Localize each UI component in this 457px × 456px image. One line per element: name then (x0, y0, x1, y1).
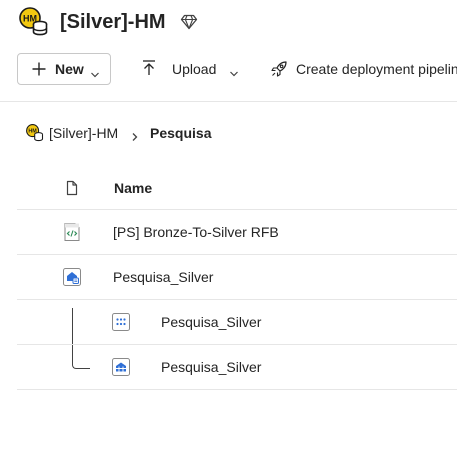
table-row[interactable]: Pesquisa_Silver (17, 300, 457, 344)
breadcrumb-current-folder: Pesquisa (150, 125, 212, 141)
diamond-icon[interactable] (180, 13, 198, 31)
rocket-icon (270, 60, 288, 78)
breadcrumb: HM [Silver]-HM Pesquisa (26, 123, 326, 145)
chevron-down-icon (90, 66, 100, 78)
workspace-logo-icon: HM (19, 7, 49, 37)
row-name[interactable]: Pesquisa_Silver (161, 312, 261, 332)
new-button[interactable]: New (17, 53, 111, 85)
table-row[interactable]: Pesquisa_Silver (17, 255, 457, 299)
plus-icon (31, 61, 47, 77)
row-name[interactable]: Pesquisa_Silver (161, 357, 261, 377)
row-name[interactable]: [PS] Bronze-To-Silver RFB (113, 222, 279, 242)
upload-label: Upload (172, 61, 217, 77)
file-type-icon (65, 180, 79, 196)
table-row[interactable]: [PS] Bronze-To-Silver RFB (17, 210, 457, 254)
lakehouse-icon (63, 268, 81, 286)
create-deployment-pipeline-button[interactable]: Create deployment pipelin (268, 53, 457, 85)
create-deployment-pipeline-label: Create deployment pipelin (296, 61, 457, 77)
table-row[interactable]: Pesquisa_Silver (17, 345, 457, 389)
new-button-label: New (55, 61, 84, 77)
toolbar-divider (0, 101, 457, 102)
workspace-logo-icon: HM (26, 124, 44, 142)
row-divider (17, 389, 457, 390)
breadcrumb-workspace-link[interactable]: [Silver]-HM (49, 123, 118, 143)
upload-button[interactable]: Upload (138, 53, 244, 85)
notebook-icon (63, 222, 81, 242)
semantic-model-icon (112, 358, 130, 376)
chevron-down-icon (229, 65, 239, 77)
chevron-right-icon (131, 129, 139, 141)
upload-icon (140, 59, 158, 77)
workspace-title: [Silver]-HM (60, 11, 166, 33)
column-header-name[interactable]: Name (114, 178, 152, 198)
sql-endpoint-icon (112, 313, 130, 331)
row-name[interactable]: Pesquisa_Silver (113, 267, 213, 287)
